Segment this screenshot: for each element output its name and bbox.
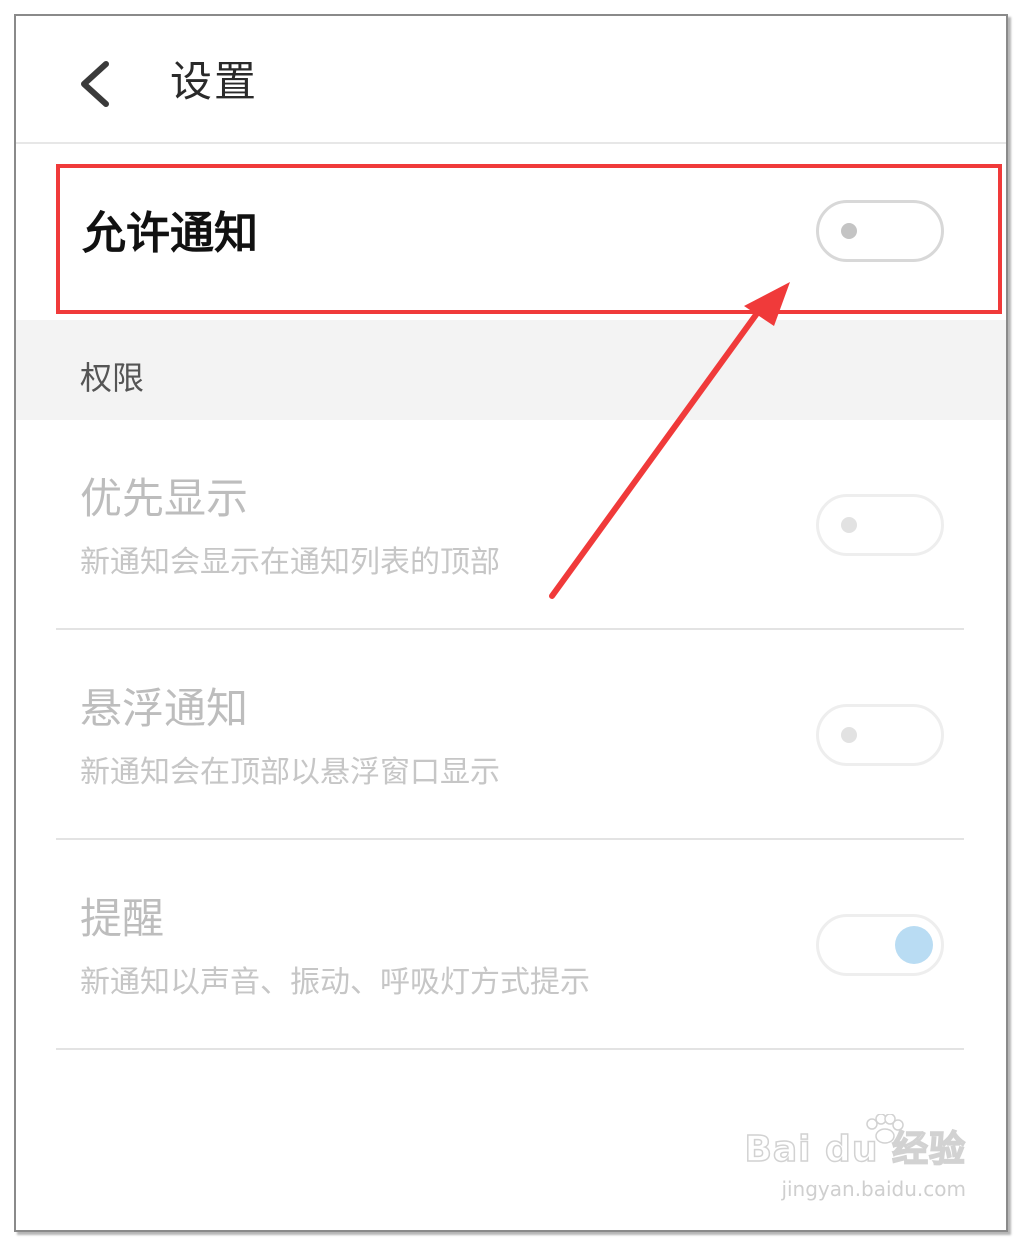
setting-title: 悬浮通知	[80, 684, 249, 733]
reminder-toggle[interactable]	[816, 914, 944, 976]
toggle-knob	[841, 727, 857, 743]
toggle-knob	[841, 223, 857, 239]
chevron-left-icon[interactable]	[76, 60, 116, 108]
setting-description: 新通知以声音、振动、呼吸灯方式提示	[80, 965, 590, 1000]
section-label: 权限	[80, 359, 145, 397]
allow-notifications-row[interactable]: 允许通知	[16, 144, 1006, 320]
allow-notifications-toggle[interactable]	[816, 200, 944, 262]
setting-row-priority-display[interactable]: 优先显示 新通知会显示在通知列表的顶部	[16, 420, 1006, 630]
permissions-section-header: 权限	[16, 320, 1006, 420]
setting-row-reminder[interactable]: 提醒 新通知以声音、振动、呼吸灯方式提示	[16, 840, 1006, 1050]
page-title: 设置	[170, 57, 259, 106]
setting-title: 提醒	[80, 894, 165, 943]
watermark-url: jingyan.baidu.com	[781, 1177, 966, 1201]
toggle-knob	[841, 517, 857, 533]
screenshot-frame: 设置 允许通知 权限 优先显示 新通知会显示在通知列表的顶部 悬浮通知 新通知会…	[14, 14, 1008, 1232]
setting-title: 优先显示	[80, 474, 249, 523]
floating-notification-toggle[interactable]	[816, 704, 944, 766]
baidu-watermark: Bai du 经验 jingyan.baidu.com	[744, 1114, 966, 1210]
setting-description: 新通知会显示在通知列表的顶部	[80, 545, 500, 580]
watermark-logo: Bai du 经验	[744, 1128, 966, 1171]
priority-display-toggle[interactable]	[816, 494, 944, 556]
row-divider	[56, 1048, 964, 1050]
setting-description: 新通知会在顶部以悬浮窗口显示	[80, 755, 500, 790]
allow-notifications-label: 允许通知	[82, 208, 258, 259]
setting-row-floating-notification[interactable]: 悬浮通知 新通知会在顶部以悬浮窗口显示	[16, 630, 1006, 840]
app-header: 设置	[16, 16, 1006, 144]
toggle-knob	[895, 926, 933, 964]
